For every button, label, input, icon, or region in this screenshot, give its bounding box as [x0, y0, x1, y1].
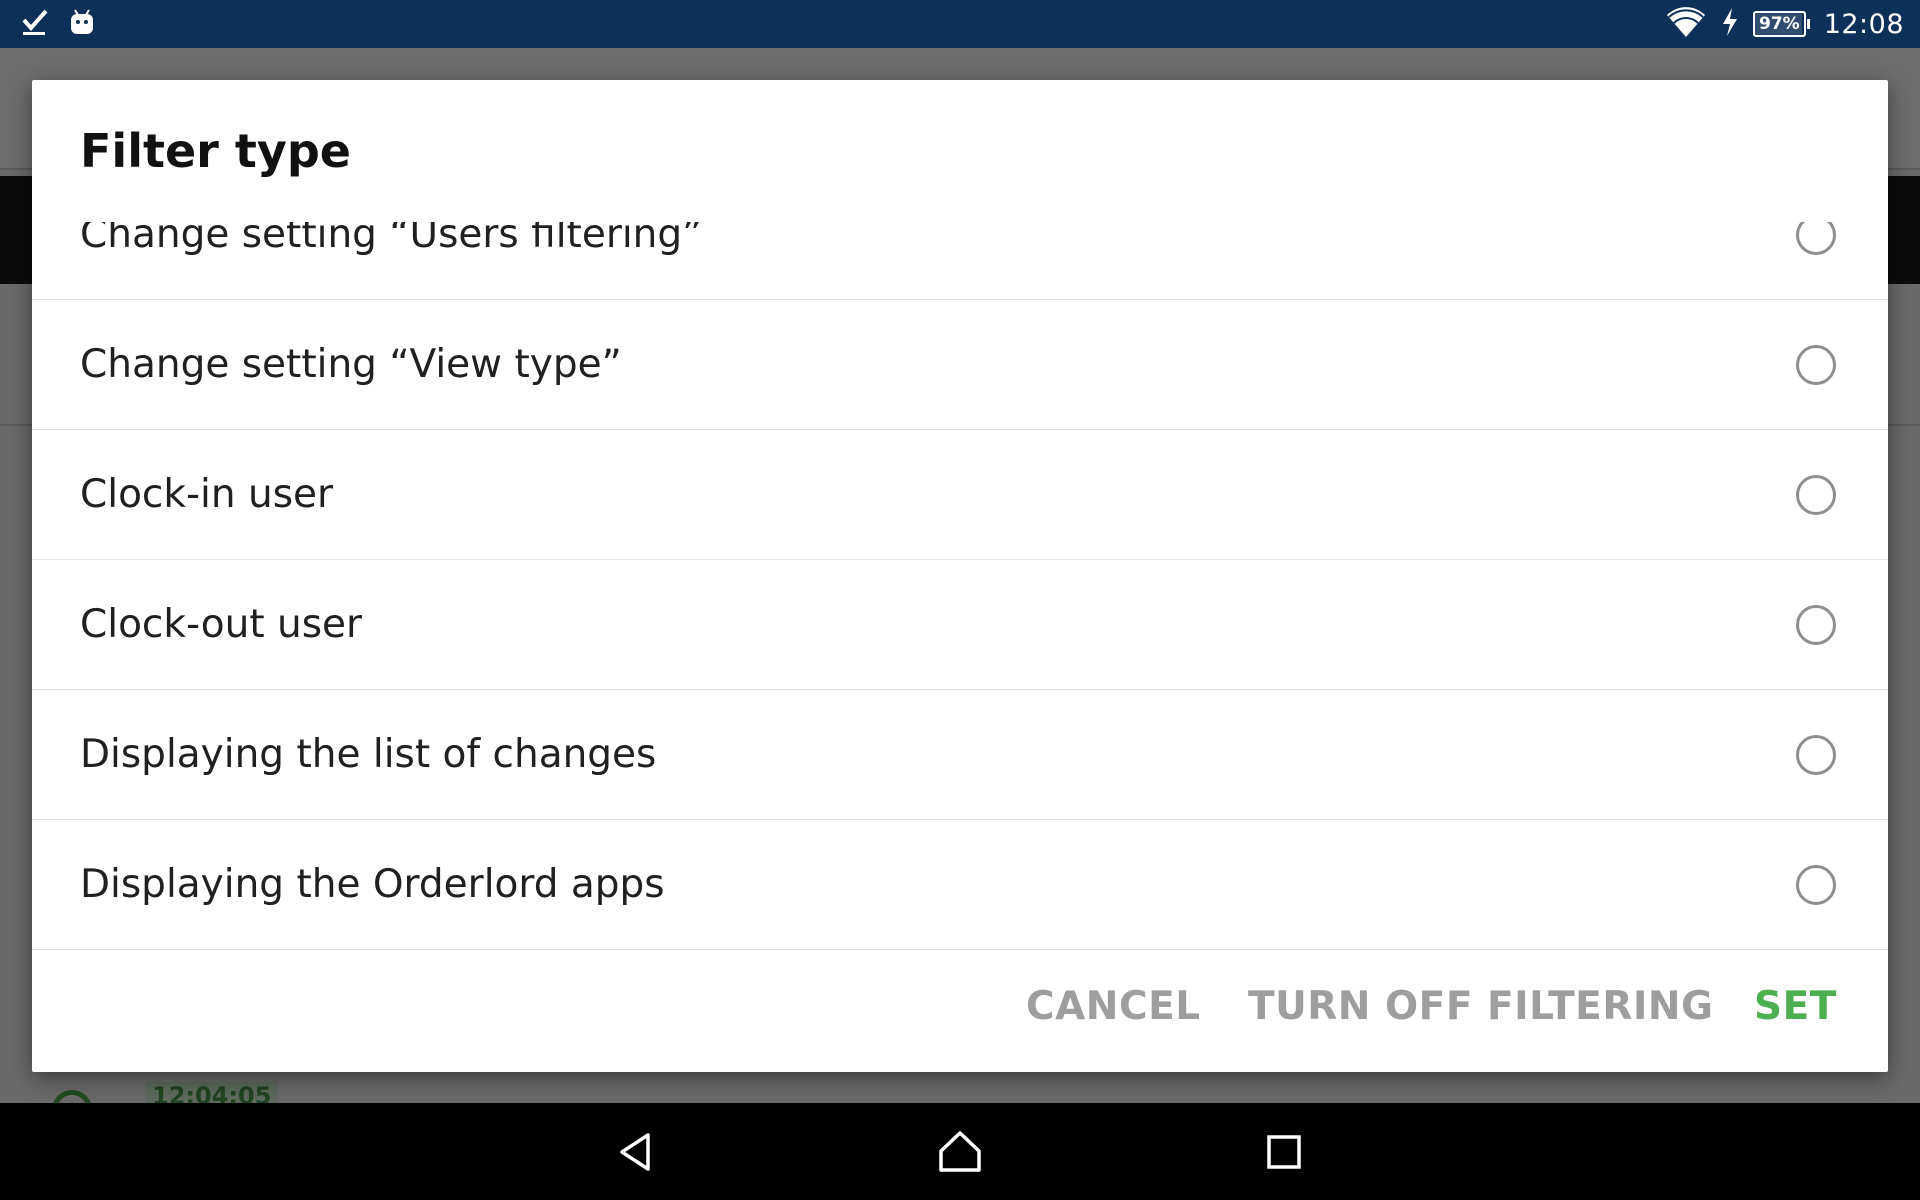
set-button[interactable]: SET	[1754, 942, 1837, 1072]
option-clock-out-user[interactable]: Clock-out user	[32, 560, 1888, 690]
option-list[interactable]: Change setting “Users filtering” Change …	[32, 222, 1888, 1022]
radio-button[interactable]	[1796, 605, 1836, 645]
home-icon[interactable]	[935, 1127, 985, 1177]
battery-percent: 97%	[1758, 14, 1800, 34]
back-icon[interactable]	[612, 1127, 662, 1177]
recents-icon[interactable]	[1259, 1127, 1309, 1177]
option-clock-in-user[interactable]: Clock-in user	[32, 430, 1888, 560]
navigation-bar	[0, 1103, 1920, 1200]
option-label: Displaying the Orderlord apps	[80, 862, 665, 907]
cancel-button[interactable]: CANCEL	[1026, 942, 1201, 1072]
option-view-type[interactable]: Change setting “View type”	[32, 300, 1888, 430]
dialog-title: Filter type	[80, 124, 351, 178]
radio-button[interactable]	[1796, 475, 1836, 515]
battery-cap	[1806, 19, 1810, 29]
battery-indicator: 97%	[1752, 11, 1806, 37]
status-left-icons	[20, 6, 96, 42]
option-list-of-changes[interactable]: Displaying the list of changes	[32, 690, 1888, 820]
option-label: Clock-out user	[80, 602, 363, 647]
option-label: Change setting “View type”	[80, 342, 622, 387]
wifi-icon	[1665, 5, 1707, 43]
battery-icon: 97%	[1752, 11, 1810, 37]
option-label: Clock-in user	[80, 472, 334, 517]
status-bar: 97% 12:08	[0, 0, 1920, 48]
radio-button[interactable]	[1796, 735, 1836, 775]
radio-button[interactable]	[1796, 222, 1836, 255]
option-list-content: Change setting “Users filtering” Change …	[32, 222, 1888, 950]
option-users-filtering[interactable]: Change setting “Users filtering”	[32, 222, 1888, 300]
charging-icon	[1721, 7, 1739, 41]
android-debug-icon	[68, 7, 96, 41]
option-orderlord-apps[interactable]: Displaying the Orderlord apps	[32, 820, 1888, 950]
turn-off-filtering-button[interactable]: TURN OFF FILTERING	[1248, 942, 1714, 1072]
background-time-label: 12:04:05	[146, 1082, 278, 1103]
option-label: Displaying the list of changes	[80, 732, 657, 777]
radio-button[interactable]	[1796, 345, 1836, 385]
status-time: 12:08	[1823, 8, 1904, 40]
radio-button[interactable]	[1796, 865, 1836, 905]
check-icon	[20, 6, 50, 42]
status-right-icons: 97% 12:08	[1665, 0, 1904, 48]
filter-type-dialog: Filter type Change setting “Users filter…	[32, 80, 1888, 1072]
option-label: Change setting “Users filtering”	[80, 222, 703, 257]
dialog-actions: CANCEL TURN OFF FILTERING SET	[32, 942, 1888, 1072]
clock-status-icon	[52, 1090, 92, 1103]
